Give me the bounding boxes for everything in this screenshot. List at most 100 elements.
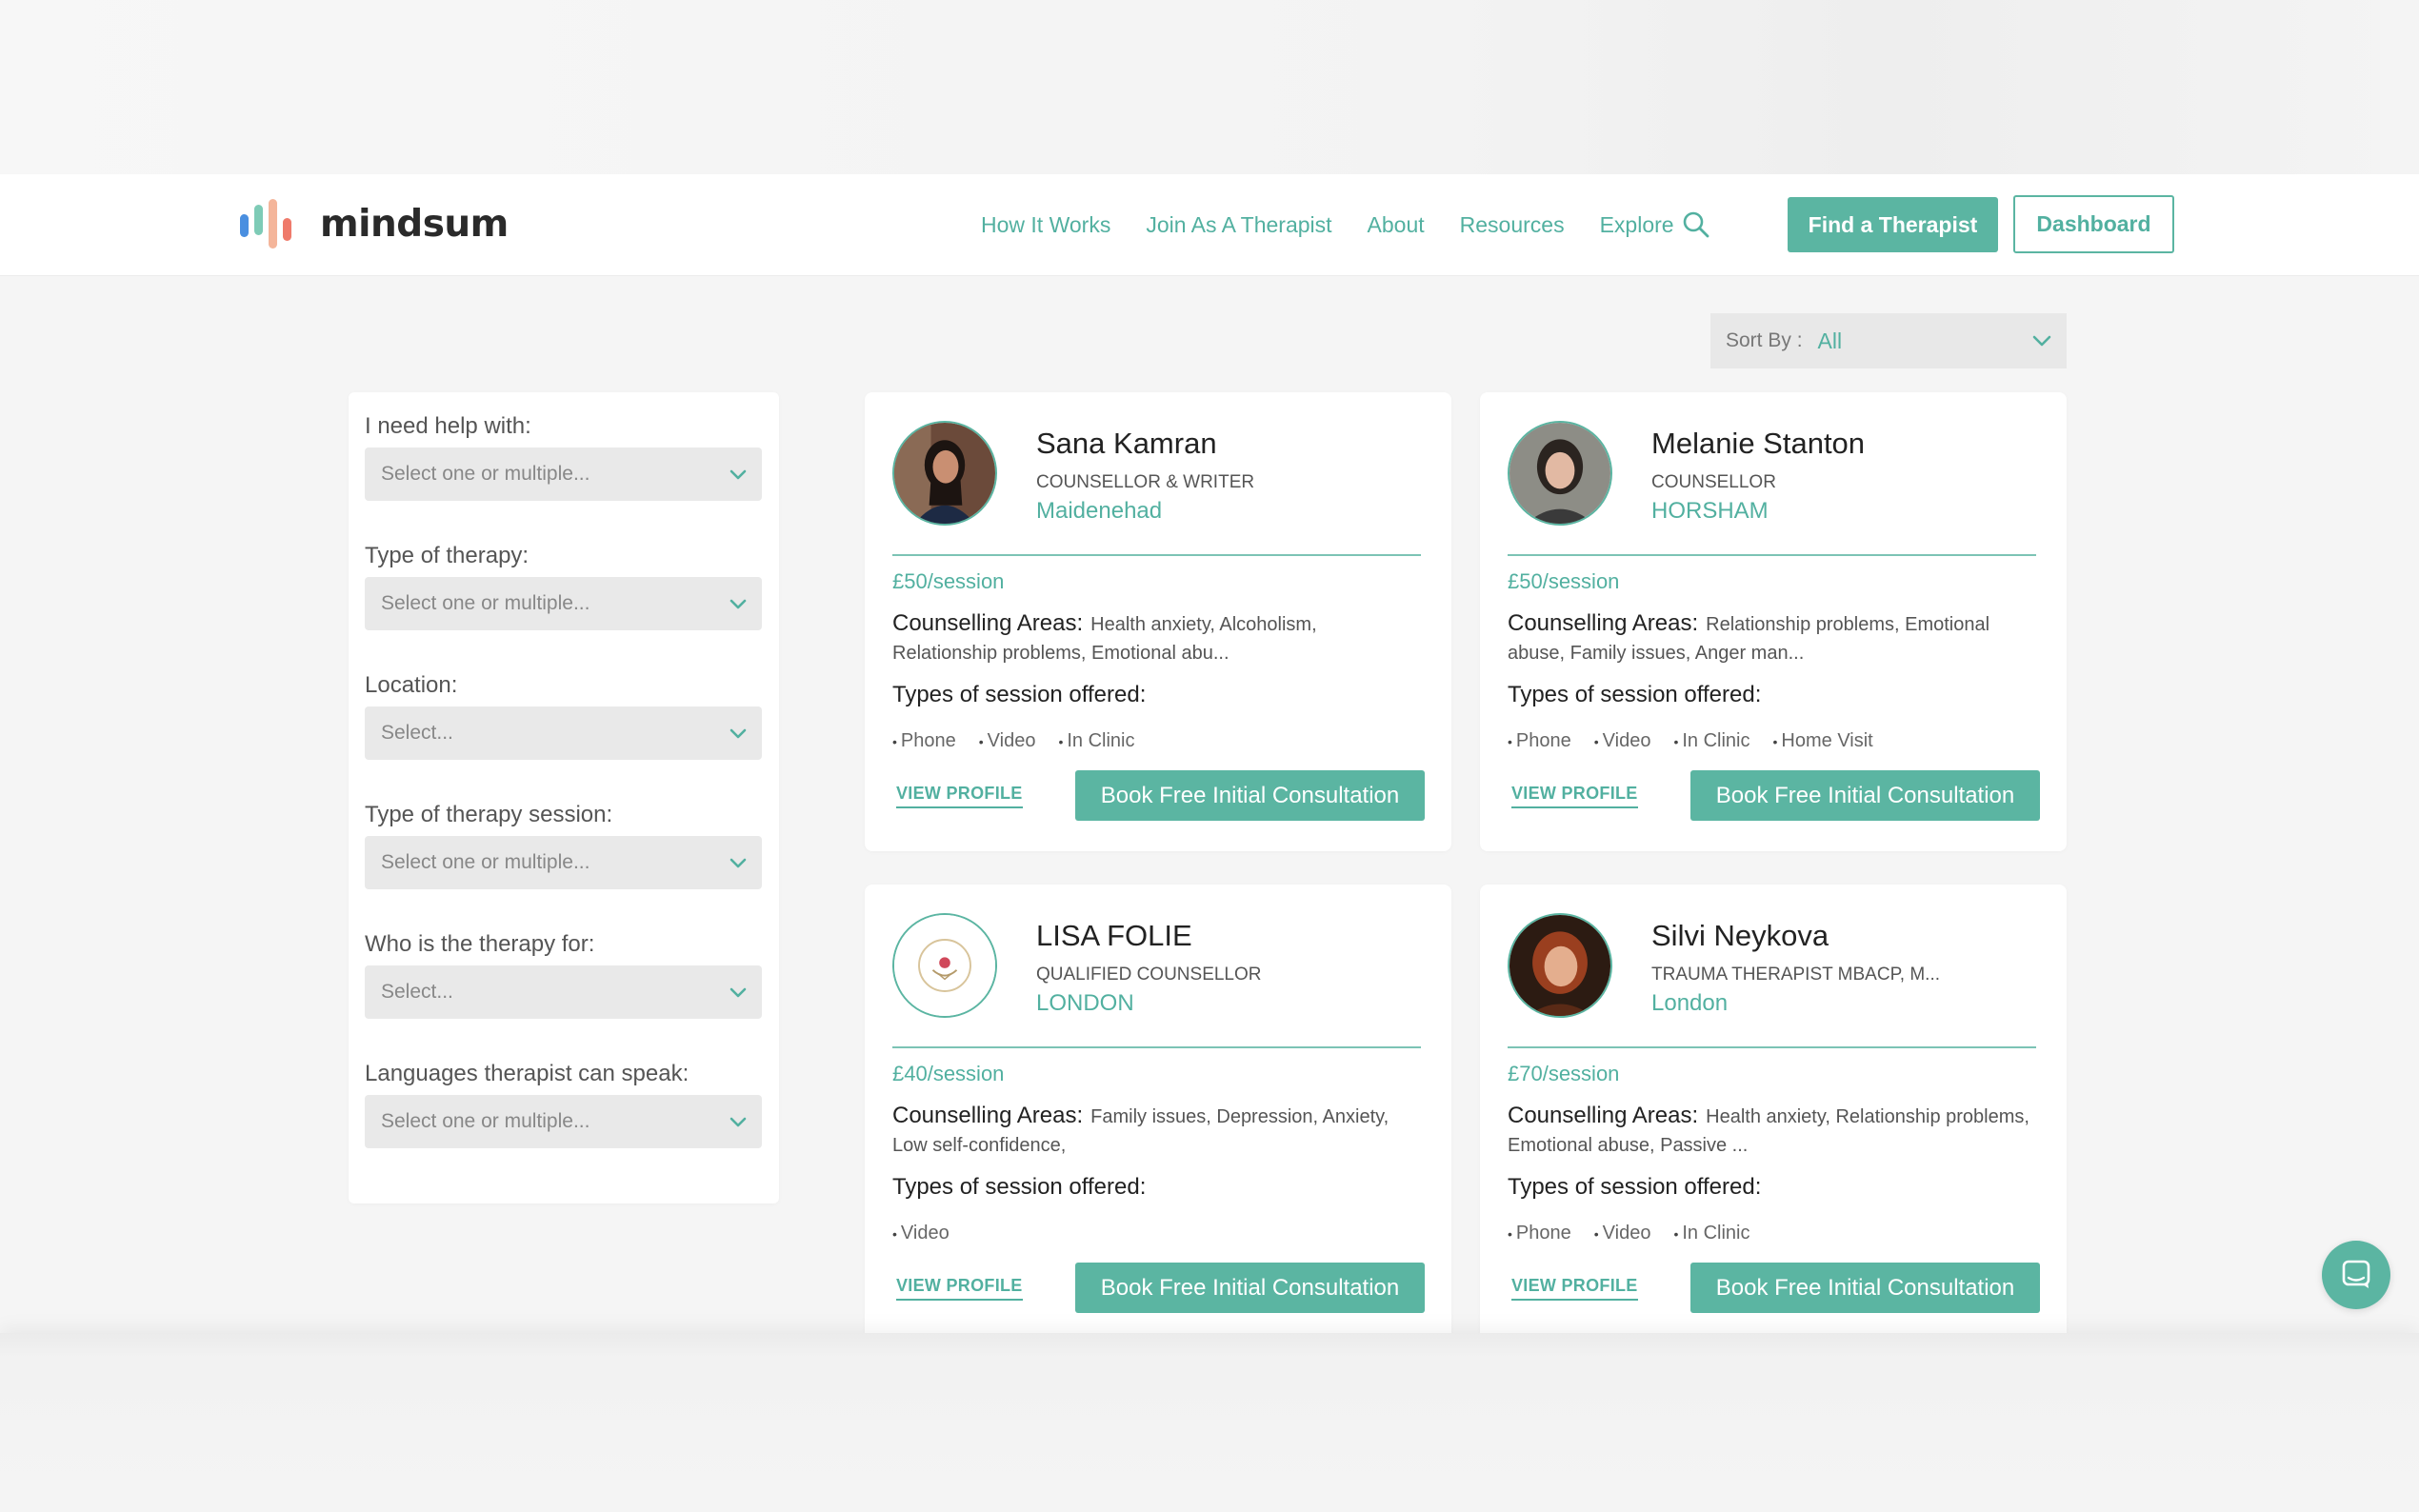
card-divider <box>1508 554 2036 556</box>
session-types-list: Phone Video In Clinic <box>1508 1223 1773 1244</box>
therapist-name[interactable]: Sana Kamran <box>1036 427 1217 461</box>
session-type: Video <box>1594 730 1651 752</box>
therapist-name[interactable]: LISA FOLIE <box>1036 919 1192 953</box>
card-divider <box>892 554 1421 556</box>
therapist-location: LONDON <box>1036 990 1134 1016</box>
therapist-avatar[interactable] <box>1508 913 1612 1018</box>
filter-select[interactable]: Select... <box>365 706 762 760</box>
top-backdrop <box>0 0 2419 174</box>
filter-select[interactable]: Select one or multiple... <box>365 836 762 889</box>
filter-select-placeholder: Select one or multiple... <box>381 1110 590 1132</box>
session-type: In Clinic <box>1673 1223 1749 1244</box>
session-type: Video <box>892 1223 950 1244</box>
therapist-title: COUNSELLOR & WRITER <box>1036 472 1255 492</box>
therapist-title: QUALIFIED COUNSELLOR <box>1036 965 1262 985</box>
session-type: Video <box>1594 1223 1651 1244</box>
filter-label: Languages therapist can speak: <box>365 1061 690 1086</box>
session-type: Video <box>979 730 1036 752</box>
card-divider <box>1508 1046 2036 1048</box>
counselling-areas: Counselling Areas: Health anxiety, Relati… <box>1508 1102 2036 1161</box>
logo-bars-icon <box>240 195 312 252</box>
dashboard-button[interactable]: Dashboard <box>2013 195 2174 253</box>
nav-join-as-therapist[interactable]: Join As A Therapist <box>1146 212 1331 238</box>
book-consultation-button[interactable]: Book Free Initial Consultation <box>1075 1263 1425 1313</box>
counselling-areas-label: Counselling Areas: <box>1508 610 1699 636</box>
therapist-card: Melanie Stanton COUNSELLOR HORSHAM £50/sess… <box>1480 392 2067 851</box>
therapist-avatar[interactable] <box>892 913 997 1018</box>
session-type: Phone <box>892 730 956 752</box>
session-type: Phone <box>1508 1223 1571 1244</box>
therapist-location: London <box>1651 990 1729 1016</box>
view-profile-link[interactable]: VIEW PROFILE <box>896 1276 1023 1301</box>
nav-how-it-works[interactable]: How It Works <box>981 212 1110 238</box>
session-types-list: Video <box>892 1223 972 1244</box>
session-types-label: Types of session offered: <box>1508 1174 1762 1200</box>
book-consultation-button[interactable]: Book Free Initial Consultation <box>1690 770 2040 821</box>
therapist-avatar[interactable] <box>892 421 997 526</box>
therapist-card: Sana Kamran COUNSELLOR & WRITER Maidenehad… <box>865 392 1451 851</box>
session-type: Home Visit <box>1773 730 1872 752</box>
filter-panel: I need help with: Select one or multiple.… <box>349 392 779 1204</box>
logo-bar-teal <box>254 205 263 235</box>
filter-label: Type of therapy: <box>365 543 530 568</box>
find-therapist-button[interactable]: Find a Therapist <box>1788 197 1998 252</box>
counselling-areas: Counselling Areas: Family issues, Depress… <box>892 1102 1421 1161</box>
filter-select[interactable]: Select one or multiple... <box>365 577 762 630</box>
chevron-down-icon <box>730 599 747 608</box>
view-profile-link[interactable]: VIEW PROFILE <box>1511 784 1638 808</box>
chevron-down-icon <box>730 987 747 997</box>
logo[interactable]: mindsum <box>240 195 509 252</box>
chat-bubble-icon <box>2342 1260 2370 1288</box>
view-profile-link[interactable]: VIEW PROFILE <box>1511 1276 1638 1301</box>
therapist-avatar[interactable] <box>1508 421 1612 526</box>
chevron-down-icon <box>730 1117 747 1126</box>
session-price: £50/session <box>1508 569 1620 593</box>
therapist-location: Maidenehad <box>1036 498 1163 524</box>
book-consultation-button[interactable]: Book Free Initial Consultation <box>1690 1263 2040 1313</box>
chevron-down-icon <box>2032 335 2051 347</box>
logo-bar-blue <box>240 214 249 237</box>
nav-about[interactable]: About <box>1368 212 1425 238</box>
therapist-card: LISA FOLIE QUALIFIED COUNSELLOR LONDON £40/… <box>865 885 1451 1343</box>
sort-by-label: Sort By : <box>1726 329 1803 351</box>
filter-label: I need help with: <box>365 413 531 439</box>
chevron-down-icon <box>730 858 747 867</box>
logo-bar-coral <box>283 218 291 241</box>
therapist-title: COUNSELLOR <box>1651 472 1776 492</box>
session-type: In Clinic <box>1058 730 1134 752</box>
main-nav: How It Works Join As A Therapist About R… <box>981 174 1710 275</box>
filter-select-placeholder: Select... <box>381 722 453 744</box>
view-profile-link[interactable]: VIEW PROFILE <box>896 784 1023 808</box>
sort-by-value: All <box>1817 328 1843 353</box>
nav-explore[interactable]: Explore <box>1600 210 1710 239</box>
sort-by-dropdown[interactable]: Sort By : All <box>1710 313 2067 368</box>
session-types-label: Types of session offered: <box>892 1174 1147 1200</box>
session-types-label: Types of session offered: <box>892 682 1147 707</box>
session-price: £40/session <box>892 1062 1005 1085</box>
chat-launcher-button[interactable] <box>2322 1241 2390 1309</box>
chevron-down-icon <box>730 469 747 479</box>
therapist-card: Silvi Neykova TRAUMA THERAPIST MBACP, M..… <box>1480 885 2067 1343</box>
therapist-location: HORSHAM <box>1651 498 1769 524</box>
bottom-backdrop <box>0 1333 2419 1512</box>
session-types-list: Phone Video In Clinic <box>892 730 1158 752</box>
counselling-areas-label: Counselling Areas: <box>892 610 1084 636</box>
book-consultation-button[interactable]: Book Free Initial Consultation <box>1075 770 1425 821</box>
filter-select[interactable]: Select one or multiple... <box>365 448 762 501</box>
session-price: £50/session <box>892 569 1005 593</box>
counselling-areas-label: Counselling Areas: <box>892 1103 1084 1128</box>
filter-select[interactable]: Select one or multiple... <box>365 1095 762 1148</box>
filter-select-placeholder: Select one or multiple... <box>381 463 590 485</box>
therapist-name[interactable]: Melanie Stanton <box>1651 427 1865 461</box>
nav-resources[interactable]: Resources <box>1460 212 1565 238</box>
filter-label: Location: <box>365 672 458 698</box>
logo-wordmark: mindsum <box>320 202 509 246</box>
session-types-list: Phone Video In Clinic Home Visit <box>1508 730 1896 752</box>
filter-select-placeholder: Select... <box>381 981 453 1003</box>
therapist-name[interactable]: Silvi Neykova <box>1651 919 1829 953</box>
session-type: Phone <box>1508 730 1571 752</box>
filter-select[interactable]: Select... <box>365 965 762 1019</box>
nav-explore-label: Explore <box>1599 211 1674 237</box>
session-types-label: Types of session offered: <box>1508 682 1762 707</box>
counselling-areas-label: Counselling Areas: <box>1508 1103 1699 1128</box>
